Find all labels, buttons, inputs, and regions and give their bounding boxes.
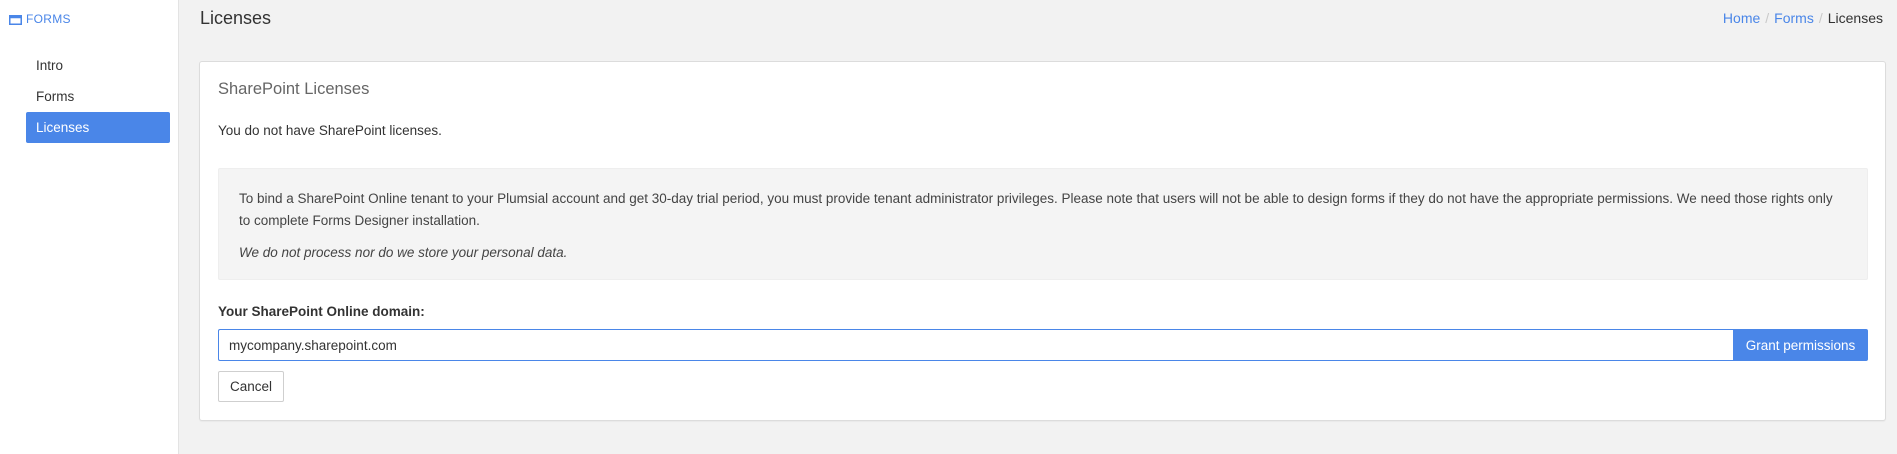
cancel-button[interactable]: Cancel	[218, 371, 285, 402]
sidebar-item-intro[interactable]: Intro	[26, 50, 170, 81]
grant-permissions-button[interactable]: Grant permissions	[1733, 329, 1868, 361]
sidebar: FORMS Intro Forms Licenses	[0, 0, 179, 454]
domain-label: Your SharePoint Online domain:	[218, 304, 425, 319]
sidebar-nav: Intro Forms Licenses	[26, 50, 170, 143]
info-text: To bind a SharePoint Online tenant to yo…	[239, 191, 1833, 228]
license-status-text: You do not have SharePoint licenses.	[218, 123, 442, 138]
sidebar-item-forms[interactable]: Forms	[26, 81, 170, 112]
page-title: Licenses	[200, 8, 272, 28]
sidebar-header-label: FORMS	[26, 12, 71, 26]
privacy-note: We do not process nor do we store your p…	[239, 245, 568, 260]
sidebar-header[interactable]: FORMS	[9, 12, 71, 26]
domain-input-group: Grant permissions	[218, 329, 1868, 361]
breadcrumb-separator: /	[1818, 10, 1823, 26]
panel-title: SharePoint Licenses	[218, 80, 370, 98]
sidebar-item-licenses[interactable]: Licenses	[26, 112, 170, 143]
window-icon	[9, 14, 22, 25]
breadcrumb-current: Licenses	[1827, 10, 1883, 26]
domain-input[interactable]	[218, 329, 1733, 361]
breadcrumb-separator: /	[1765, 10, 1770, 26]
breadcrumb: Home / Forms / Licenses	[1723, 10, 1883, 26]
app: FORMS Intro Forms Licenses Licenses Home…	[0, 0, 1897, 454]
licenses-panel: SharePoint Licenses You do not have Shar…	[199, 61, 1886, 421]
breadcrumb-home-link[interactable]: Home	[1723, 10, 1760, 26]
info-box: To bind a SharePoint Online tenant to yo…	[218, 168, 1868, 280]
breadcrumb-forms-link[interactable]: Forms	[1774, 10, 1814, 26]
